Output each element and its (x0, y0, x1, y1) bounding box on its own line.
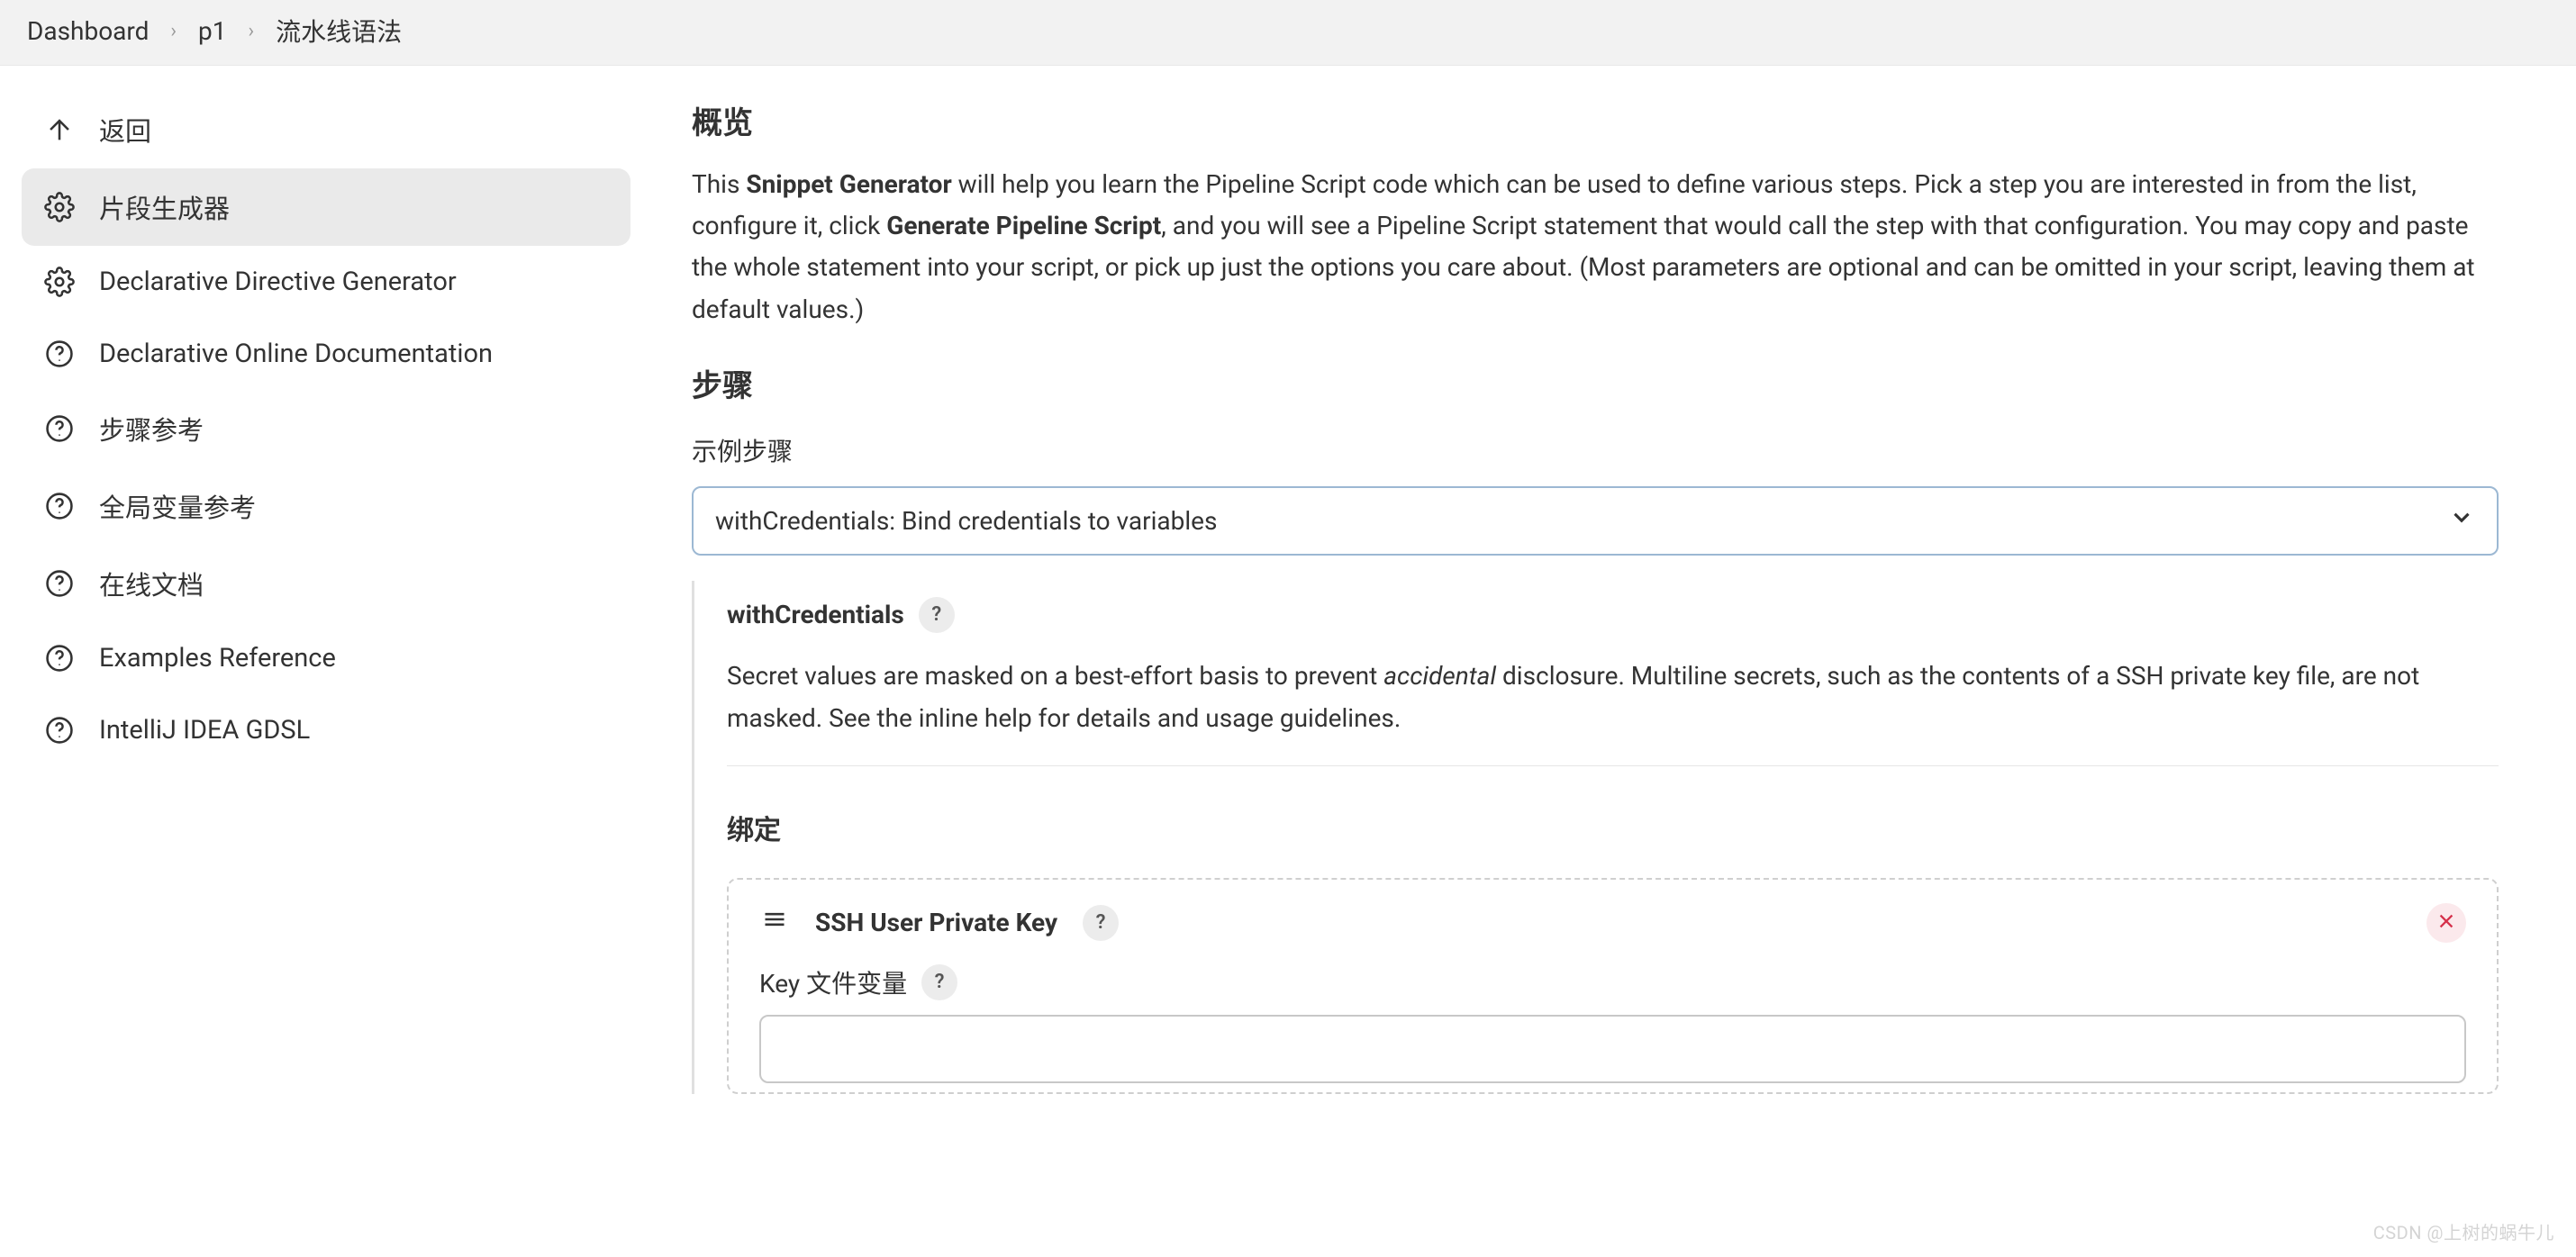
sidebar-item-label: Examples Reference (99, 643, 336, 674)
sidebar-item-label: 步骤参考 (99, 410, 204, 448)
sidebar-item-directive-generator[interactable]: Declarative Directive Generator (22, 246, 630, 318)
watermark: CSDN @上树的蜗牛儿 (2373, 1218, 2554, 1244)
sidebar-item-online-docs[interactable]: 在线文档 (22, 545, 630, 622)
main-content: 概览 This Snippet Generator will help you … (649, 66, 2549, 1094)
steps-heading: 步骤 (692, 361, 2499, 405)
gear-icon (43, 191, 76, 223)
binding-card: SSH User Private Key ? Key 文件变量 ? (727, 878, 2499, 1094)
sidebar-item-label: 返回 (99, 111, 151, 149)
help-button[interactable]: ? (1083, 905, 1119, 941)
binding-type-title: SSH User Private Key (815, 908, 1057, 937)
overview-bold: Snippet Generator (746, 169, 951, 199)
sidebar-item-examples[interactable]: Examples Reference (22, 622, 630, 694)
breadcrumb-pipeline-syntax[interactable]: 流水线语法 (276, 13, 402, 49)
bindings-heading: 绑定 (727, 808, 2499, 847)
overview-text: This (692, 169, 746, 199)
sidebar-item-snippet-generator[interactable]: 片段生成器 (22, 168, 630, 246)
sidebar-item-back[interactable]: 返回 (22, 91, 630, 168)
key-file-var-input[interactable] (759, 1015, 2466, 1083)
help-icon (43, 642, 76, 674)
gear-icon (43, 266, 76, 298)
step-select-value[interactable]: withCredentials: Bind credentials to var… (692, 486, 2499, 556)
drag-handle-icon[interactable] (759, 907, 790, 938)
close-icon (2436, 908, 2456, 937)
delete-binding-button[interactable] (2426, 903, 2466, 943)
key-var-label: Key 文件变量 (759, 964, 907, 1000)
step-detail-title: withCredentials (727, 600, 904, 629)
chevron-right-icon: › (249, 20, 255, 42)
sidebar-item-label: 片段生成器 (99, 188, 230, 226)
arrow-up-icon (43, 113, 76, 146)
help-icon (43, 567, 76, 600)
desc-text: Secret values are masked on a best-effor… (727, 661, 1383, 691)
step-detail-panel: withCredentials ? Secret values are mask… (692, 581, 2499, 1094)
sidebar-item-label: 全局变量参考 (99, 487, 256, 525)
sidebar-item-label: Declarative Online Documentation (99, 339, 493, 369)
sidebar-item-label: IntelliJ IDEA GDSL (99, 715, 310, 746)
breadcrumb: Dashboard › p1 › 流水线语法 (0, 0, 2576, 66)
sidebar-item-label: Declarative Directive Generator (99, 267, 457, 297)
sidebar: 返回 片段生成器 Declarative Directive Generator… (0, 66, 649, 1094)
sidebar-item-global-var[interactable]: 全局变量参考 (22, 467, 630, 545)
help-icon (43, 338, 76, 370)
overview-bold: Generate Pipeline Script (886, 211, 1161, 240)
sidebar-item-label: 在线文档 (99, 565, 204, 602)
step-select[interactable]: withCredentials: Bind credentials to var… (692, 486, 2499, 556)
sidebar-item-online-doc[interactable]: Declarative Online Documentation (22, 318, 630, 390)
sidebar-item-intellij-gdsl[interactable]: IntelliJ IDEA GDSL (22, 694, 630, 766)
desc-em: accidental (1383, 661, 1496, 691)
help-icon (43, 412, 76, 445)
step-detail-description: Secret values are masked on a best-effor… (727, 655, 2499, 766)
breadcrumb-p1[interactable]: p1 (198, 16, 226, 46)
breadcrumb-dashboard[interactable]: Dashboard (27, 16, 149, 46)
chevron-right-icon: › (170, 20, 177, 42)
example-step-label: 示例步骤 (692, 432, 2499, 468)
overview-heading: 概览 (692, 98, 2499, 142)
sidebar-item-step-reference[interactable]: 步骤参考 (22, 390, 630, 467)
help-button[interactable]: ? (921, 964, 957, 1000)
help-icon (43, 714, 76, 746)
help-icon (43, 490, 76, 522)
help-button[interactable]: ? (919, 597, 955, 633)
overview-paragraph: This Snippet Generator will help you lea… (692, 164, 2499, 330)
